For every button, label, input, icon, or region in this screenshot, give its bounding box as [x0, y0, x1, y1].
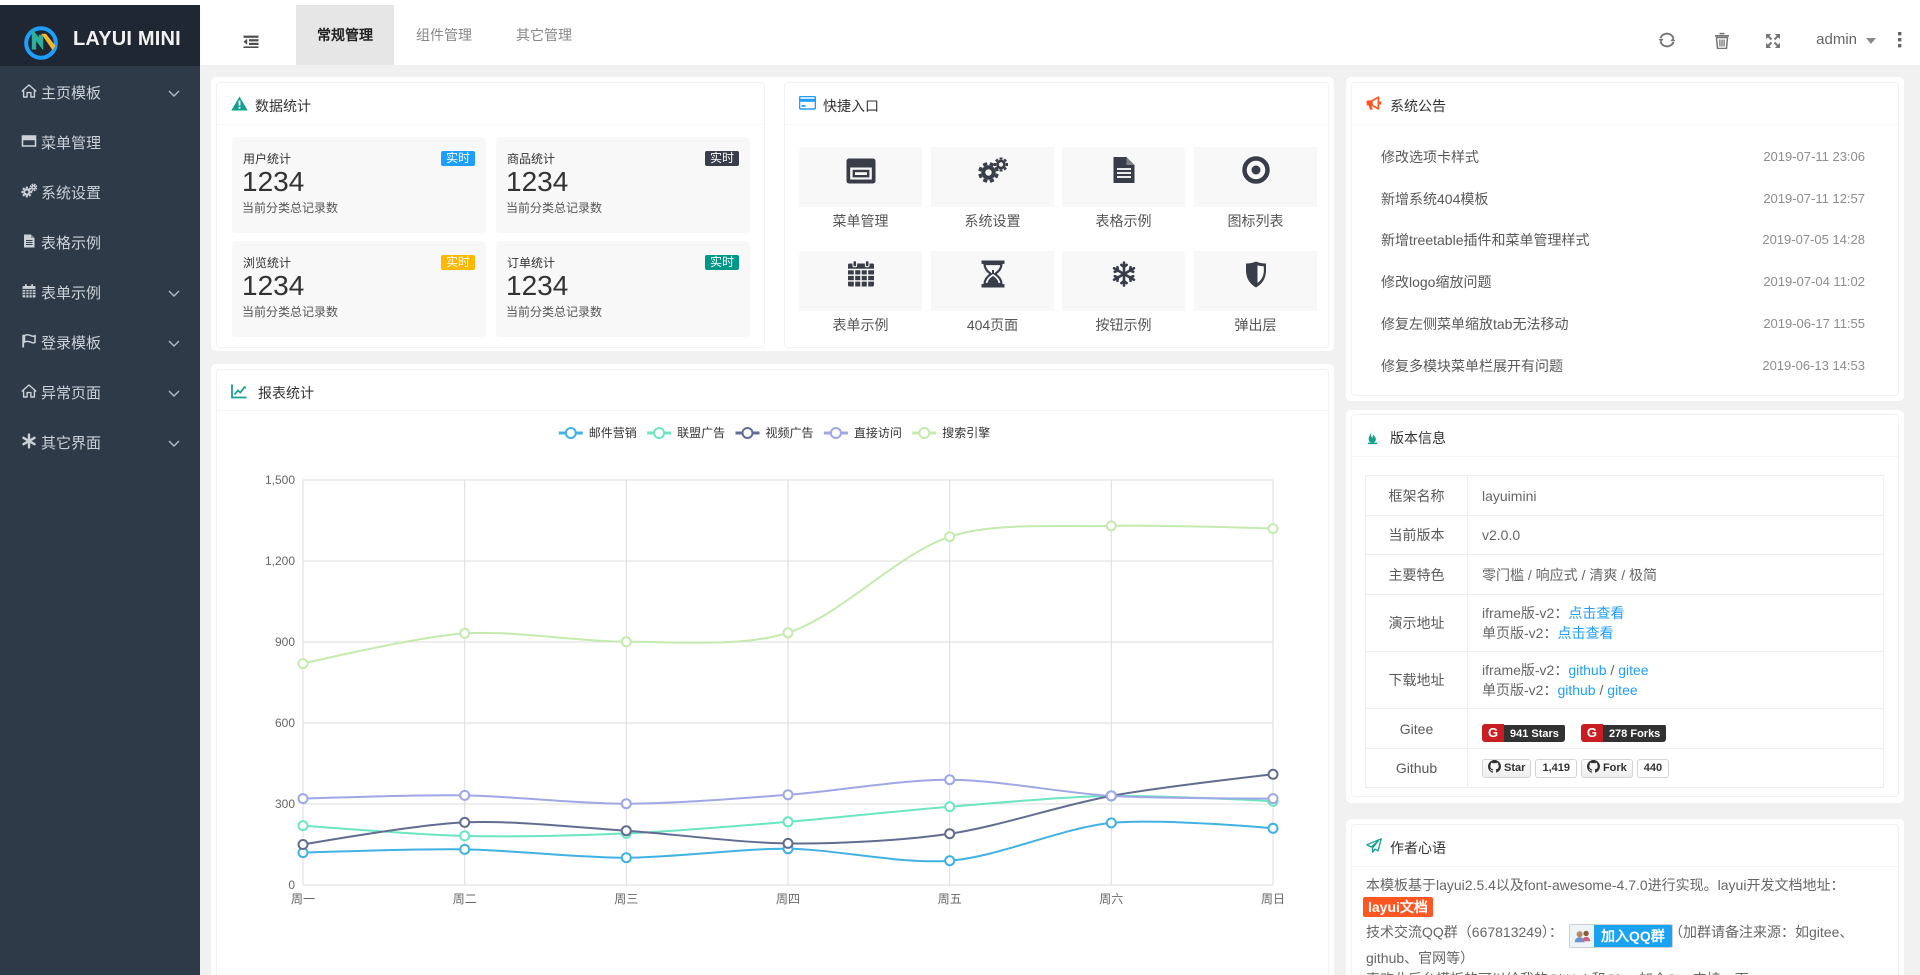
- svg-text:搜索引擎: 搜索引擎: [942, 425, 990, 440]
- svg-text:视频广告: 视频广告: [766, 425, 814, 440]
- svg-text:邮件营销: 邮件营销: [589, 426, 637, 440]
- svg-text:300: 300: [275, 797, 295, 811]
- svg-text:600: 600: [275, 716, 295, 730]
- svg-text:0: 0: [288, 878, 295, 892]
- svg-text:周六: 周六: [1099, 892, 1123, 906]
- svg-text:直接访问: 直接访问: [854, 425, 902, 440]
- svg-text:周一: 周一: [291, 892, 315, 906]
- svg-text:周三: 周三: [614, 892, 638, 906]
- svg-text:周二: 周二: [453, 892, 477, 906]
- svg-text:1,200: 1,200: [265, 554, 295, 568]
- svg-text:联盟广告: 联盟广告: [677, 426, 725, 440]
- svg-text:周五: 周五: [938, 892, 962, 906]
- svg-text:周日: 周日: [1261, 892, 1285, 906]
- svg-text:1,500: 1,500: [265, 473, 295, 487]
- svg-text:900: 900: [275, 635, 295, 649]
- svg-text:周四: 周四: [776, 892, 800, 906]
